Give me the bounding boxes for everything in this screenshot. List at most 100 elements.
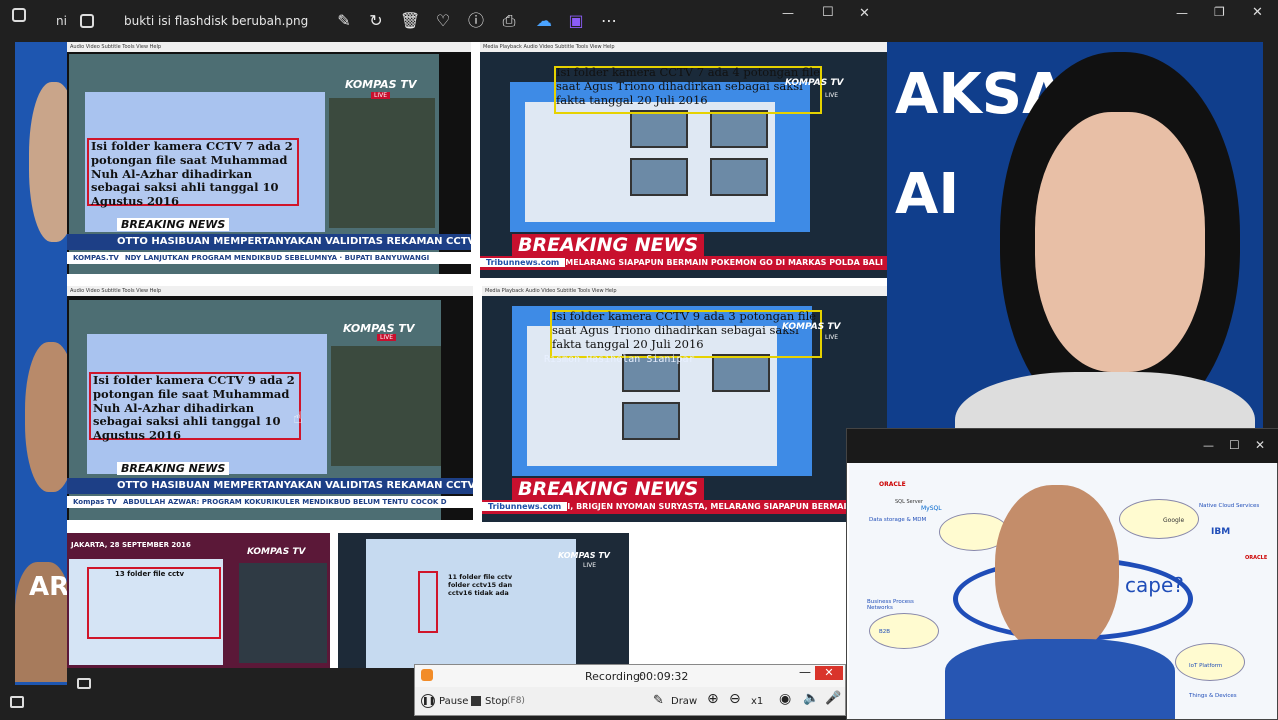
file-thumbnail bbox=[710, 158, 768, 196]
ticker-logo: Tribunnews.com bbox=[482, 502, 568, 511]
recording-label: Recording: bbox=[585, 670, 644, 683]
recorder-app-icon bbox=[421, 669, 433, 681]
date-label: JAKARTA, 28 SEPTEMBER 2016 bbox=[71, 541, 191, 549]
pause-button[interactable]: Pause bbox=[439, 696, 468, 707]
close-button[interactable]: ✕ bbox=[1252, 5, 1263, 20]
viewer-minimize-button[interactable]: — bbox=[782, 6, 794, 20]
kompas-logo: KOMPAS TV bbox=[247, 547, 306, 557]
webcam-minimize-button[interactable]: — bbox=[1203, 439, 1214, 452]
cloud-shape bbox=[1119, 499, 1199, 539]
ticker-text: ABDULLAH AZWAR: PROGRAM KOKURIKULER MEND… bbox=[122, 498, 447, 506]
more-icon[interactable]: ⋯ bbox=[599, 11, 619, 31]
breaking-news-label: BREAKING NEWS bbox=[117, 218, 230, 231]
breaking-news-label: BREAKING NEWS bbox=[512, 478, 705, 500]
caption-text: Isi folder kamera CCTV 9 ada 3 potongan … bbox=[552, 309, 817, 351]
live-badge: LIVE bbox=[583, 562, 597, 569]
diagram-label: Business Process Networks bbox=[867, 599, 914, 611]
vlc-menu-bar: Audio Video Subtitle Tools View Help bbox=[67, 286, 473, 296]
speaker-icon[interactable]: 🔈 bbox=[803, 691, 819, 706]
screenshot-13-folders: JAKARTA, 28 SEPTEMBER 2016 KOMPAS TV 13 … bbox=[67, 533, 330, 668]
breaking-news-label: BREAKING NEWS bbox=[512, 234, 705, 256]
file-thumbnail bbox=[712, 354, 770, 392]
recording-time: 00:09:32 bbox=[639, 670, 689, 683]
zoom-level: x1 bbox=[751, 696, 764, 707]
cloud-shape bbox=[1175, 643, 1245, 681]
caption-text: Isi folder kamera CCTV 7 ada 4 potongan … bbox=[556, 65, 821, 107]
recorder-minimize-button[interactable]: — bbox=[799, 665, 811, 679]
live-badge: LIVE bbox=[825, 92, 839, 99]
webcam-maximize-button[interactable]: ☐ bbox=[1229, 438, 1240, 452]
edit-image-icon[interactable]: ✎ bbox=[334, 11, 354, 31]
vlc-menu-bar: Media Playback Audio Video Subtitle Tool… bbox=[480, 42, 887, 52]
webcam-window: — ☐ ✕ ORACLE SQL Server MySQL Data stora… bbox=[846, 428, 1278, 720]
microphone-icon[interactable]: 🎤 bbox=[825, 691, 841, 706]
headline-bar: OTTO HASIBUAN MEMPERTANYAKAN VALIDITAS R… bbox=[67, 234, 471, 250]
woman-face bbox=[1035, 112, 1205, 372]
file-thumbnail bbox=[630, 158, 688, 196]
vlc-menu-bar: Media Playback Audio Video Subtitle Tool… bbox=[482, 286, 887, 296]
screenshot-cctv9-fakta: Media Playback Audio Video Subtitle Tool… bbox=[482, 286, 887, 522]
zoom-in-icon[interactable]: ⊕ bbox=[707, 691, 719, 707]
screenshot-11-folders: 11 folder file cctv folder cctv15 dan cc… bbox=[338, 533, 629, 668]
recorder-top-row: Recording: 00:09:32 — ✕ bbox=[415, 665, 845, 687]
diagram-label: Native Cloud Services bbox=[1199, 503, 1260, 509]
draw-icon[interactable]: ✎ bbox=[653, 693, 664, 708]
screenshot-cctv7-ahli: Audio Video Subtitle Tools View Help Isi… bbox=[67, 42, 471, 274]
breaking-news-label: BREAKING NEWS bbox=[117, 462, 230, 475]
diagram-label: cape? bbox=[1125, 573, 1184, 597]
diagram-label: SQL Server bbox=[895, 499, 923, 505]
name-overlay: Rismon Hasiholan Sianipar bbox=[544, 354, 695, 365]
news-ticker: Tribunnews.com MELARANG SIAPAPUN BERMAIN … bbox=[480, 256, 887, 270]
folder-count-label: 11 folder file cctv folder cctv15 dan cc… bbox=[448, 573, 513, 597]
ticker-logo: Tribunnews.com bbox=[480, 258, 566, 267]
webcam-close-button[interactable]: ✕ bbox=[1255, 438, 1265, 452]
diagram-label: MySQL bbox=[921, 505, 942, 512]
viewer-maximize-button[interactable]: ☐ bbox=[822, 5, 834, 20]
news-ticker: Kompas TV ABDULLAH AZWAR: PROGRAM KOKURIK… bbox=[67, 496, 473, 508]
photo-viewer-window: bukti isi flashdisk berubah.png ✎ ↻ 🗑 ♡ … bbox=[67, 0, 887, 720]
ticker-text: MELARANG SIAPAPUN BERMAIN POKEMON GO DI … bbox=[565, 258, 883, 267]
pause-icon[interactable]: ❚❚ bbox=[421, 694, 435, 708]
minimize-button[interactable]: — bbox=[1176, 6, 1188, 20]
file-thumbnail bbox=[622, 402, 680, 440]
webcam-icon[interactable]: ◉ bbox=[779, 691, 791, 707]
news-ticker: Tribunnews.com I, BRIGJEN NYOMAN SURYASTA… bbox=[482, 500, 887, 514]
viewer-close-button[interactable]: ✕ bbox=[859, 6, 870, 21]
clipchamp-icon[interactable]: ▣ bbox=[566, 11, 586, 31]
image-canvas: Audio Video Subtitle Tools View Help Isi… bbox=[67, 42, 887, 668]
diagram-label: B2B bbox=[879, 629, 891, 635]
photos-app-icon bbox=[80, 14, 94, 28]
recorder-close-button[interactable]: ✕ bbox=[815, 666, 843, 680]
screenshot-cctv9-ahli: Audio Video Subtitle Tools View Help Isi… bbox=[67, 286, 473, 520]
stop-button[interactable]: Stop bbox=[485, 696, 508, 707]
live-badge: LIVE bbox=[377, 334, 397, 341]
taskbar-icon[interactable] bbox=[10, 696, 24, 708]
kompas-logo: KOMPAS TV bbox=[558, 551, 610, 560]
webcam-feed: ORACLE SQL Server MySQL Data storage & M… bbox=[849, 463, 1277, 719]
filmstrip-icon[interactable] bbox=[77, 678, 91, 689]
highlight-box bbox=[418, 571, 438, 633]
favorite-icon[interactable]: ♡ bbox=[433, 11, 453, 31]
diagram-label: Data storage & MDM bbox=[869, 517, 927, 523]
screen-recorder-toolbar: Recording: 00:09:32 — ✕ ❚❚ Pause Stop (F… bbox=[414, 664, 846, 716]
cursor-icon: ☝ bbox=[293, 408, 303, 427]
live-badge: LIVE bbox=[825, 334, 839, 341]
print-icon[interactable]: ⎙ bbox=[499, 11, 519, 31]
draw-button[interactable]: Draw bbox=[671, 696, 697, 707]
kompas-logo: KOMPAS TV bbox=[785, 78, 844, 88]
diagram-label: Google bbox=[1163, 517, 1185, 524]
delete-icon[interactable]: 🗑 bbox=[400, 11, 420, 31]
rotate-icon[interactable]: ↻ bbox=[366, 11, 386, 31]
webcam-title-bar: — ☐ ✕ bbox=[847, 429, 1278, 463]
zoom-out-icon[interactable]: ⊖ bbox=[729, 691, 741, 707]
ticker-text: I, BRIGJEN NYOMAN SURYASTA, MELARANG SIA… bbox=[567, 502, 854, 511]
info-icon[interactable]: ⓘ bbox=[466, 11, 486, 31]
diagram-label: Things & Devices bbox=[1189, 693, 1237, 699]
diagram-label: IoT Platform bbox=[1189, 663, 1223, 669]
background-text-ai: AI bbox=[895, 162, 960, 227]
viewer-title-bar: bukti isi flashdisk berubah.png ✎ ↻ 🗑 ♡ … bbox=[67, 0, 887, 42]
screenshot-cctv7-fakta: Media Playback Audio Video Subtitle Tool… bbox=[480, 42, 887, 278]
onedrive-icon[interactable]: ☁ bbox=[534, 11, 554, 31]
news-ticker: KOMPAS.TV NDY LANJUTKAN PROGRAM MENDIKBUD… bbox=[67, 252, 471, 264]
maximize-button[interactable]: ❐ bbox=[1214, 5, 1225, 19]
